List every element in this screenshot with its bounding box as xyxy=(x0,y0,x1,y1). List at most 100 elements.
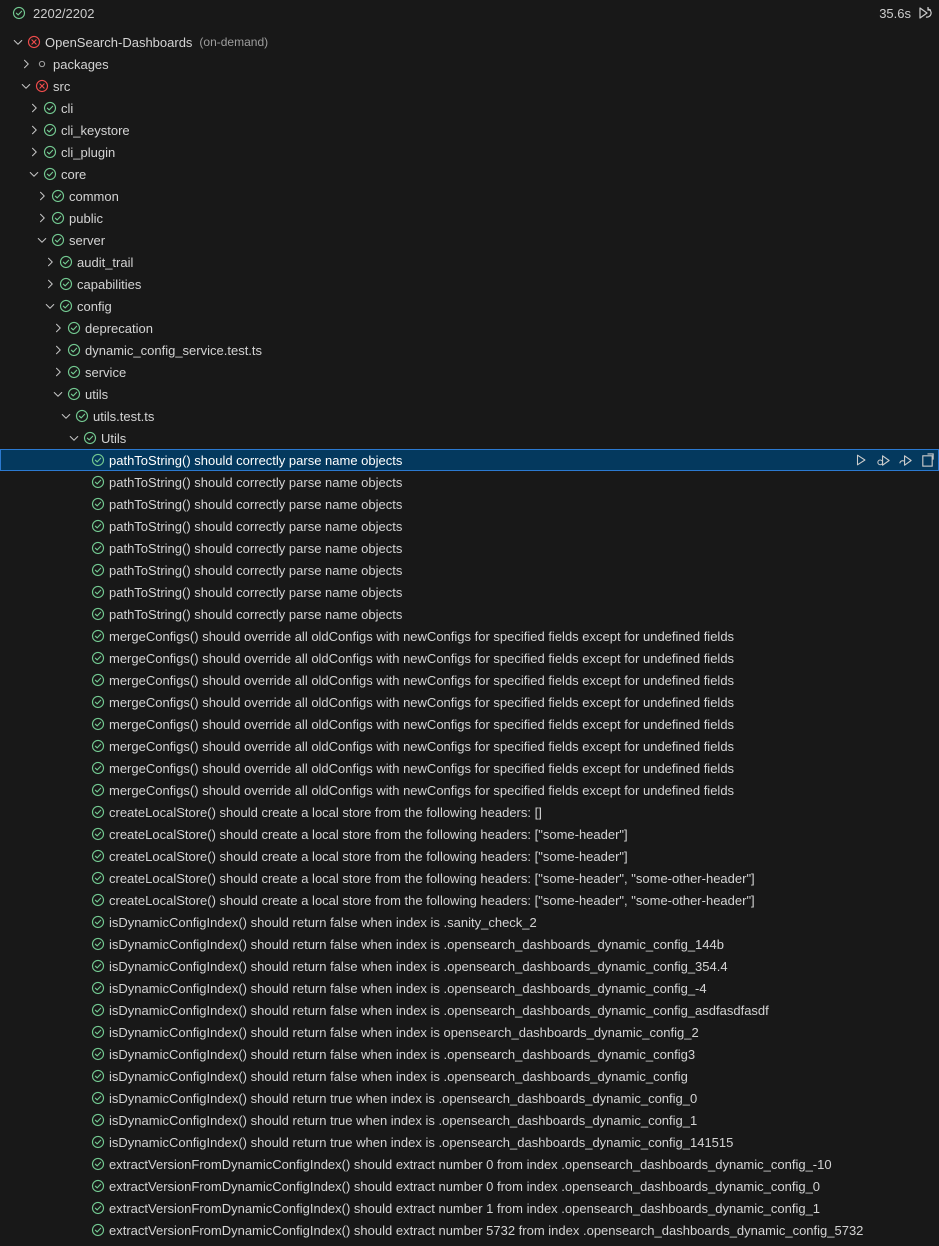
test-suite-row[interactable]: server xyxy=(0,229,939,251)
test-suite-row[interactable]: dynamic_config_service.test.ts xyxy=(0,339,939,361)
test-case-row[interactable]: pathToString() should correctly parse na… xyxy=(0,537,939,559)
run-with-coverage-icon[interactable] xyxy=(897,452,913,468)
test-case-row[interactable]: isDynamicConfigIndex() should return fal… xyxy=(0,999,939,1021)
chevron-down-icon[interactable] xyxy=(58,408,74,424)
chevron-down-icon[interactable] xyxy=(10,34,26,50)
chevron-down-icon[interactable] xyxy=(42,298,58,314)
test-item-label: pathToString() should correctly parse na… xyxy=(109,606,403,622)
test-case-row[interactable]: extractVersionFromDynamicConfigIndex() s… xyxy=(0,1197,939,1219)
debug-test-icon[interactable] xyxy=(875,452,891,468)
test-case-row[interactable]: isDynamicConfigIndex() should return fal… xyxy=(0,911,939,933)
twistie-placeholder xyxy=(74,1178,90,1194)
test-suite-row[interactable]: public xyxy=(0,207,939,229)
test-case-row[interactable]: createLocalStore() should create a local… xyxy=(0,801,939,823)
chevron-down-icon[interactable] xyxy=(34,232,50,248)
test-item-label: isDynamicConfigIndex() should return fal… xyxy=(109,958,728,974)
test-suite-row[interactable]: OpenSearch-Dashboards (on-demand) xyxy=(0,31,939,53)
test-suite-row[interactable]: config xyxy=(0,295,939,317)
test-suite-row[interactable]: capabilities xyxy=(0,273,939,295)
test-suite-row[interactable]: cli xyxy=(0,97,939,119)
test-suite-row[interactable]: cli_keystore xyxy=(0,119,939,141)
test-case-row[interactable]: pathToString() should correctly parse na… xyxy=(0,559,939,581)
test-item-label: config xyxy=(77,298,112,314)
test-suite-row[interactable]: common xyxy=(0,185,939,207)
test-case-row[interactable]: isDynamicConfigIndex() should return tru… xyxy=(0,1109,939,1131)
chevron-right-icon[interactable] xyxy=(26,122,42,138)
test-suite-row[interactable]: utils xyxy=(0,383,939,405)
test-item-label: pathToString() should correctly parse na… xyxy=(109,562,403,578)
pass-circle-icon xyxy=(74,408,90,424)
pass-circle-icon xyxy=(90,518,106,534)
test-case-row[interactable]: isDynamicConfigIndex() should return fal… xyxy=(0,1043,939,1065)
test-case-row[interactable]: extractVersionFromDynamicConfigIndex() s… xyxy=(0,1175,939,1197)
test-suite-row[interactable]: src xyxy=(0,75,939,97)
test-suite-row[interactable]: core xyxy=(0,163,939,185)
chevron-right-icon[interactable] xyxy=(42,254,58,270)
test-case-row[interactable]: mergeConfigs() should override all oldCo… xyxy=(0,647,939,669)
chevron-right-icon[interactable] xyxy=(34,188,50,204)
chevron-down-icon[interactable] xyxy=(50,386,66,402)
test-suite-row[interactable]: packages xyxy=(0,53,939,75)
chevron-right-icon[interactable] xyxy=(50,342,66,358)
test-suite-row[interactable]: audit_trail xyxy=(0,251,939,273)
test-case-row[interactable]: pathToString() should correctly parse na… xyxy=(0,581,939,603)
chevron-down-icon[interactable] xyxy=(18,78,34,94)
pass-circle-icon xyxy=(90,496,106,512)
test-case-row[interactable]: createLocalStore() should create a local… xyxy=(0,823,939,845)
test-case-row[interactable]: pathToString() should correctly parse na… xyxy=(0,603,939,625)
test-suite-row[interactable]: cli_plugin xyxy=(0,141,939,163)
test-case-row[interactable]: pathToString() should correctly parse na… xyxy=(0,515,939,537)
test-case-row[interactable]: extractVersionFromDynamicConfigIndex() s… xyxy=(0,1153,939,1175)
test-case-row[interactable]: mergeConfigs() should override all oldCo… xyxy=(0,625,939,647)
test-case-row[interactable]: pathToString() should correctly parse na… xyxy=(0,493,939,515)
test-suite-row[interactable]: service xyxy=(0,361,939,383)
test-case-row[interactable]: mergeConfigs() should override all oldCo… xyxy=(0,713,939,735)
test-suite-row[interactable]: Utils xyxy=(0,427,939,449)
run-test-icon[interactable] xyxy=(853,452,869,468)
test-case-row[interactable]: isDynamicConfigIndex() should return tru… xyxy=(0,1131,939,1153)
test-case-row[interactable]: createLocalStore() should create a local… xyxy=(0,845,939,867)
chevron-right-icon[interactable] xyxy=(42,276,58,292)
twistie-placeholder xyxy=(74,672,90,688)
twistie-placeholder xyxy=(74,760,90,776)
go-to-test-icon[interactable] xyxy=(919,452,935,468)
chevron-right-icon[interactable] xyxy=(26,144,42,160)
test-case-row[interactable]: createLocalStore() should create a local… xyxy=(0,867,939,889)
chevron-right-icon[interactable] xyxy=(50,364,66,380)
test-suite-row[interactable]: deprecation xyxy=(0,317,939,339)
test-case-row[interactable]: mergeConfigs() should override all oldCo… xyxy=(0,735,939,757)
test-item-label: extractVersionFromDynamicConfigIndex() s… xyxy=(109,1200,821,1216)
test-case-row[interactable]: mergeConfigs() should override all oldCo… xyxy=(0,691,939,713)
pass-circle-icon xyxy=(90,650,106,666)
pass-circle-icon xyxy=(90,1068,106,1084)
test-case-row[interactable]: pathToString() should correctly parse na… xyxy=(0,449,939,471)
test-case-row[interactable]: mergeConfigs() should override all oldCo… xyxy=(0,779,939,801)
test-case-row[interactable]: isDynamicConfigIndex() should return fal… xyxy=(0,1065,939,1087)
unset-circle-icon xyxy=(34,56,50,72)
chevron-right-icon[interactable] xyxy=(26,100,42,116)
pass-circle-icon xyxy=(90,870,106,886)
test-case-row[interactable]: createLocalStore() should create a local… xyxy=(0,889,939,911)
test-case-row[interactable]: isDynamicConfigIndex() should return tru… xyxy=(0,1087,939,1109)
chevron-down-icon[interactable] xyxy=(66,430,82,446)
chevron-right-icon[interactable] xyxy=(50,320,66,336)
test-case-row[interactable]: pathToString() should correctly parse na… xyxy=(0,471,939,493)
test-case-row[interactable]: extractVersionFromDynamicConfigIndex() s… xyxy=(0,1219,939,1241)
rerun-icon[interactable] xyxy=(917,5,933,21)
test-case-row[interactable]: isDynamicConfigIndex() should return fal… xyxy=(0,977,939,999)
chevron-down-icon[interactable] xyxy=(26,166,42,182)
pass-circle-icon xyxy=(90,1046,106,1062)
test-suite-row[interactable]: utils.test.ts xyxy=(0,405,939,427)
pass-circle-icon xyxy=(90,980,106,996)
test-case-row[interactable]: mergeConfigs() should override all oldCo… xyxy=(0,757,939,779)
pass-circle-icon xyxy=(90,804,106,820)
chevron-right-icon[interactable] xyxy=(18,56,34,72)
test-case-row[interactable]: isDynamicConfigIndex() should return fal… xyxy=(0,933,939,955)
test-case-row[interactable]: mergeConfigs() should override all oldCo… xyxy=(0,669,939,691)
test-item-label: pathToString() should correctly parse na… xyxy=(109,452,403,468)
chevron-right-icon[interactable] xyxy=(34,210,50,226)
test-case-row[interactable]: isDynamicConfigIndex() should return fal… xyxy=(0,1021,939,1043)
pass-circle-icon xyxy=(90,562,106,578)
test-case-row[interactable]: isDynamicConfigIndex() should return fal… xyxy=(0,955,939,977)
pass-circle-icon xyxy=(90,1222,106,1238)
